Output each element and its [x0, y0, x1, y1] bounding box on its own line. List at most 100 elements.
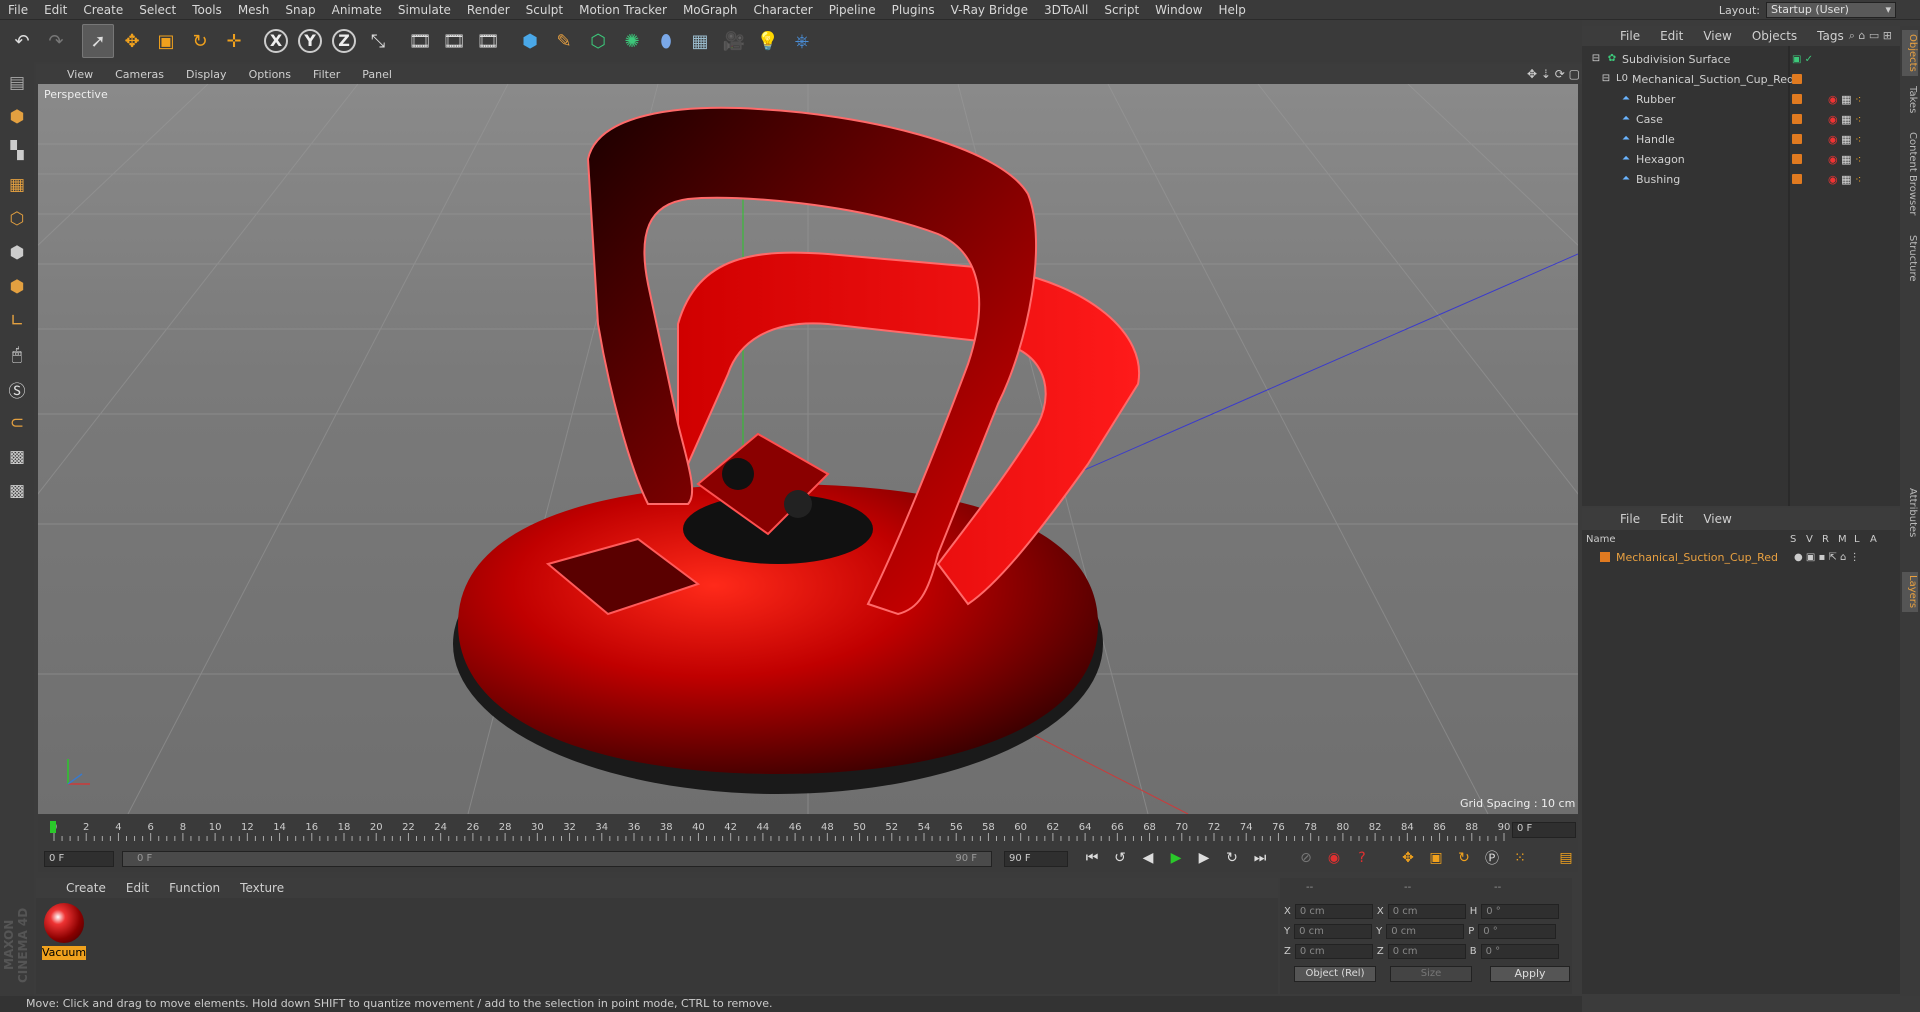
menu-tools[interactable]: Tools	[184, 3, 230, 17]
side-tab-layers[interactable]: Layers	[1902, 572, 1918, 612]
viewport-menu-filter[interactable]: Filter	[302, 68, 351, 81]
model-mode-icon[interactable]: ⬢	[3, 102, 31, 132]
scale-tool-icon[interactable]: ▣	[150, 24, 182, 58]
size-mode-dropdown[interactable]: Size	[1390, 966, 1472, 982]
render-view-icon[interactable]: 🎞	[404, 24, 436, 58]
size-y-field[interactable]: 0 cm	[1386, 924, 1465, 939]
menu-vray-bridge[interactable]: V-Ray Bridge	[943, 3, 1036, 17]
material-menu-edit[interactable]: Edit	[116, 881, 159, 895]
layer-tag-icon[interactable]	[1792, 154, 1802, 164]
redo-icon[interactable]: ↷	[40, 24, 72, 58]
render-settings-icon[interactable]: 🎞	[472, 24, 504, 58]
make-editable-icon[interactable]: ▤	[3, 68, 31, 98]
menu-motion-tracker[interactable]: Motion Tracker	[571, 3, 675, 17]
object-menu-view[interactable]: View	[1693, 29, 1741, 43]
play-icon[interactable]: ▶	[1164, 847, 1188, 869]
y-axis-lock-button[interactable]: Y	[294, 24, 326, 58]
transform-tool-icon[interactable]: ✛	[218, 24, 250, 58]
menu-snap[interactable]: Snap	[277, 3, 323, 17]
object-menu-edit[interactable]: Edit	[1650, 29, 1693, 43]
position-y-field[interactable]: 0 cm	[1294, 924, 1373, 939]
object-row-mechanical-suction-cup-red[interactable]: ⊟ L0 Mechanical_Suction_Cup_Red	[1584, 70, 1900, 88]
menu-plugins[interactable]: Plugins	[884, 3, 943, 17]
coordinate-system-icon[interactable]: ⤡	[362, 24, 394, 58]
previous-frame-icon[interactable]: ◀	[1136, 847, 1160, 869]
key-pla-icon[interactable]: ⁙	[1508, 847, 1532, 869]
position-x-field[interactable]: 0 cm	[1294, 904, 1373, 919]
3d-viewport[interactable]	[38, 84, 1578, 814]
key-parameter-icon[interactable]: Ⓟ	[1480, 847, 1504, 869]
apply-button[interactable]: Apply	[1490, 966, 1570, 982]
side-tab-takes[interactable]: Takes	[1902, 82, 1918, 118]
material-tag-icon[interactable]: ◉ ▦ ⁖	[1828, 150, 1861, 170]
layer-tag-icon[interactable]	[1792, 134, 1802, 144]
viewport-menu-cameras[interactable]: Cameras	[104, 68, 175, 81]
coordinate-mode-dropdown[interactable]: Object (Rel)	[1294, 966, 1376, 982]
layer-toggles[interactable]: ● ▣ ▪ ⇱ ⌂ ⋮	[1794, 552, 1860, 563]
material-menu-create[interactable]: Create	[56, 881, 116, 895]
material-tag-icon[interactable]: ◉ ▦ ⁖	[1828, 130, 1861, 150]
layer-menu-file[interactable]: File	[1610, 512, 1650, 526]
layer-row[interactable]: Mechanical_Suction_Cup_Red ● ▣ ▪ ⇱ ⌂ ⋮	[1584, 548, 1900, 566]
menu-animate[interactable]: Animate	[324, 3, 390, 17]
menu-select[interactable]: Select	[131, 3, 184, 17]
viewport-menu-options[interactable]: Options	[238, 68, 302, 81]
planar-workplane-icon[interactable]: ▩	[3, 476, 31, 506]
material-swatch[interactable]	[44, 903, 84, 943]
material-tag-icon[interactable]: ◉ ▦ ⁖	[1828, 110, 1861, 130]
python-icon[interactable]: ⎈	[786, 24, 818, 58]
auto-keying-icon[interactable]: ◉	[1322, 847, 1346, 869]
menu-pipeline[interactable]: Pipeline	[821, 3, 884, 17]
points-mode-icon[interactable]: ⬡	[3, 204, 31, 234]
snap-icon[interactable]: Ⓢ	[3, 374, 31, 404]
deformer-icon[interactable]: ✺	[616, 24, 648, 58]
texture-mode-icon[interactable]: ▚	[3, 136, 31, 166]
frame-range-slider[interactable]: 0 F 90 F	[122, 851, 992, 867]
start-frame-field[interactable]: 0 F	[44, 851, 114, 867]
material-menu-function[interactable]: Function	[159, 881, 230, 895]
light-object-icon[interactable]: 💡	[752, 24, 784, 58]
x-axis-lock-button[interactable]: X	[260, 24, 292, 58]
menu-render[interactable]: Render	[459, 3, 518, 17]
object-manager-search-icon[interactable]: ⌕ ⌂ ▭ ⊞	[1849, 29, 1892, 43]
workplane-icon[interactable]: ▦	[3, 170, 31, 200]
viewport-menu-display[interactable]: Display	[175, 68, 238, 81]
enabled-check-icon[interactable]: ▣ ✓	[1792, 54, 1813, 65]
floor-object-icon[interactable]: ▦	[684, 24, 716, 58]
material-tag-icon[interactable]: ◉ ▦ ⁖	[1828, 170, 1861, 190]
rotation-h-field[interactable]: 0 °	[1481, 904, 1560, 919]
viewport-menu-panel[interactable]: Panel	[351, 68, 403, 81]
layer-menu-edit[interactable]: Edit	[1650, 512, 1693, 526]
move-tool-icon[interactable]: ✥	[116, 24, 148, 58]
layer-tag-icon[interactable]	[1792, 114, 1802, 124]
timeline-window-icon[interactable]: ▤	[1554, 847, 1578, 869]
key-rotation-icon[interactable]: ↻	[1452, 847, 1476, 869]
menu-sculpt[interactable]: Sculpt	[518, 3, 571, 17]
material-name-label[interactable]: Vacuum	[42, 946, 86, 960]
z-axis-lock-button[interactable]: Z	[328, 24, 360, 58]
rotation-b-field[interactable]: 0 °	[1480, 944, 1559, 959]
position-z-field[interactable]: 0 cm	[1294, 944, 1373, 959]
key-position-icon[interactable]: ✥	[1396, 847, 1420, 869]
collapse-icon[interactable]: ⊟	[1590, 53, 1602, 65]
material-tag-icon[interactable]: ◉ ▦ ⁖	[1828, 90, 1861, 110]
side-tab-structure[interactable]: Structure	[1902, 230, 1918, 286]
record-keys-icon[interactable]: ⊘	[1294, 847, 1318, 869]
layout-select[interactable]: Startup (User)	[1766, 2, 1896, 18]
menu-help[interactable]: Help	[1210, 3, 1253, 17]
magnet-icon[interactable]: ⊂	[3, 408, 31, 438]
go-to-start-icon[interactable]: ⏮	[1080, 847, 1104, 869]
viewport-nav-icons[interactable]: ✥ ⇣ ⟳ ▢	[1527, 67, 1580, 81]
size-x-field[interactable]: 0 cm	[1387, 904, 1466, 919]
menu-mograph[interactable]: MoGraph	[675, 3, 746, 17]
side-tab-content-browser[interactable]: Content Browser	[1902, 124, 1918, 224]
collapse-icon[interactable]: ⊟	[1600, 73, 1612, 85]
layer-tag-icon[interactable]	[1792, 94, 1802, 104]
size-z-field[interactable]: 0 cm	[1387, 944, 1466, 959]
side-tab-objects[interactable]: Objects	[1902, 30, 1918, 76]
render-picture-viewer-icon[interactable]: 🎞	[438, 24, 470, 58]
axis-mode-icon[interactable]: ∟	[3, 306, 31, 336]
undo-icon[interactable]: ↶	[6, 24, 38, 58]
next-frame-icon[interactable]: ▶	[1192, 847, 1216, 869]
spline-object-icon[interactable]: ⬮	[650, 24, 682, 58]
